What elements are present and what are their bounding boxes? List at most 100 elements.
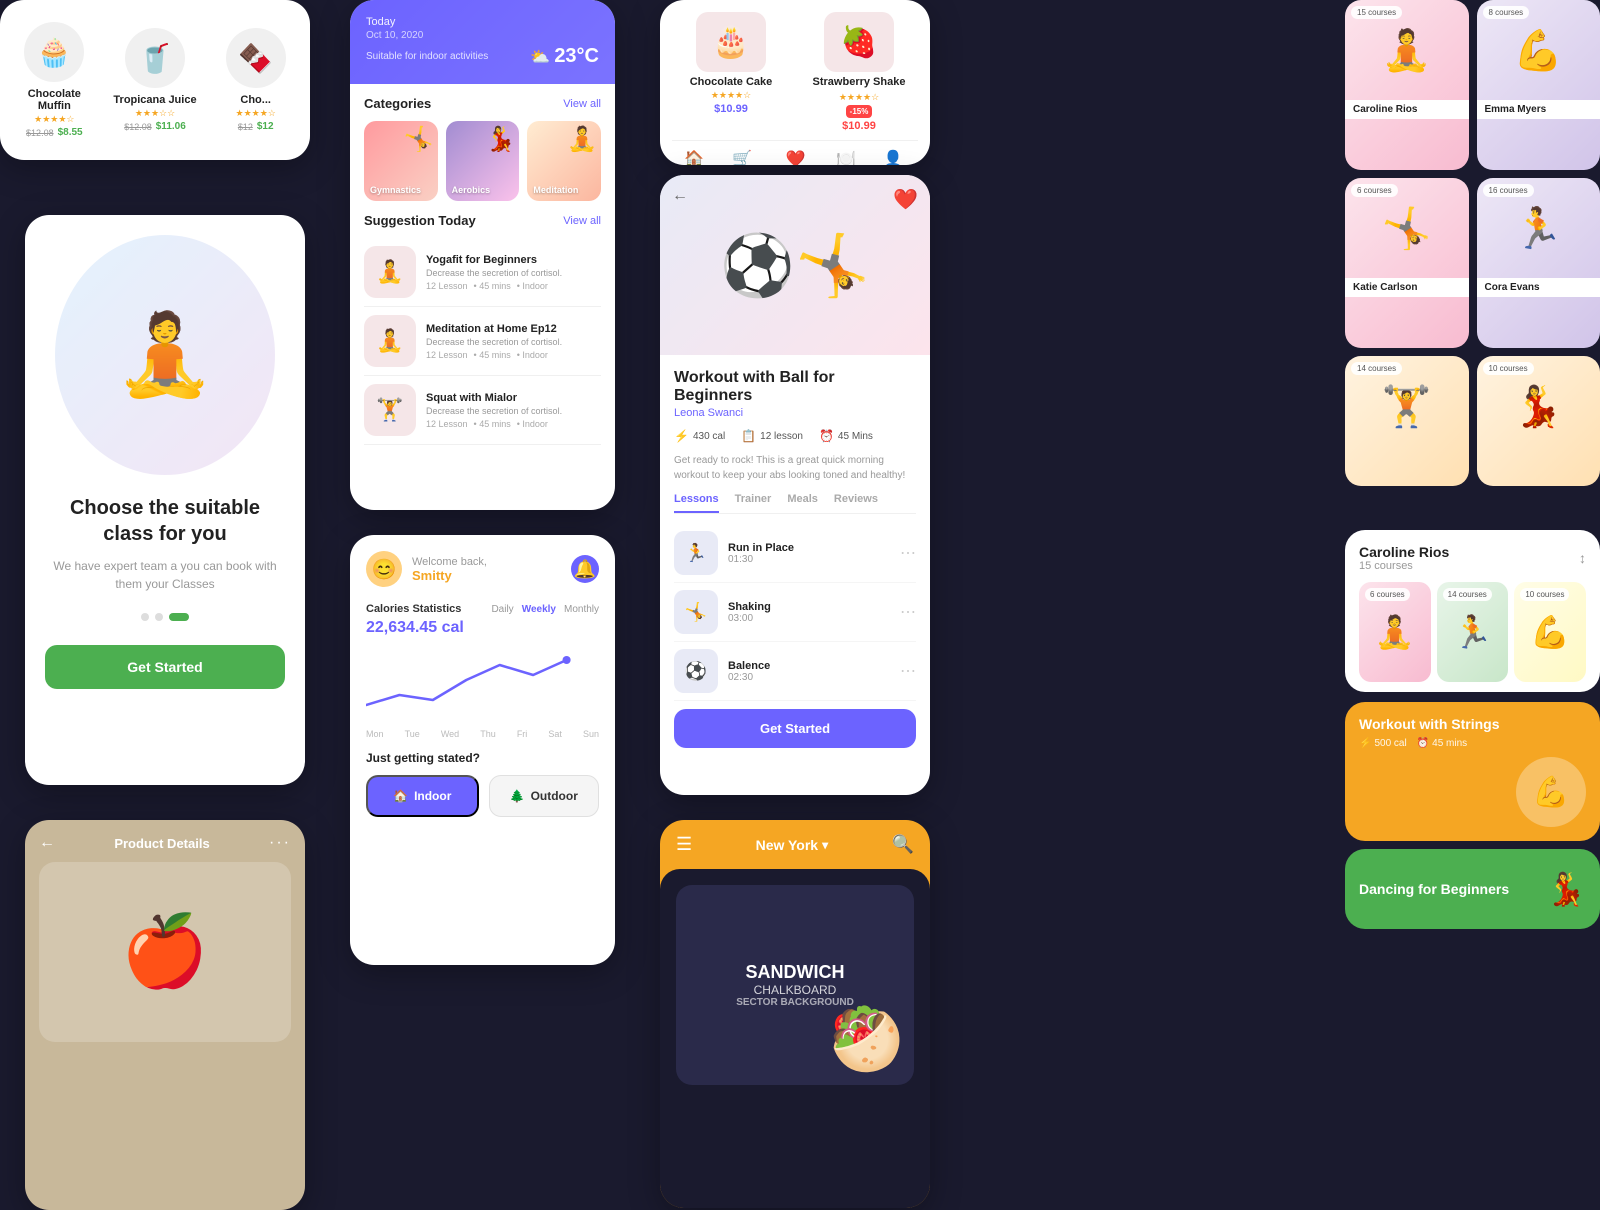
suggestion-2-desc: Decrease the secretion of cortisol.	[426, 337, 601, 347]
categories-view-all[interactable]: View all	[563, 98, 601, 110]
suggestion-2-info: Meditation at Home Ep12 Decrease the sec…	[426, 323, 601, 360]
indoor-icon: 🏠	[393, 789, 408, 803]
onboard-illustration: 🧘	[55, 235, 275, 475]
workout-strings-card[interactable]: Workout with Strings ⚡ 500 cal ⏰ 45 mins…	[1345, 702, 1600, 841]
emma-courses-badge: 8 courses	[1483, 6, 1530, 19]
tab-reviews[interactable]: Reviews	[834, 493, 878, 513]
suggestion-item-2[interactable]: 🧘 Meditation at Home Ep12 Decrease the s…	[364, 307, 601, 376]
food-cho-stars: ★★★★☆	[236, 108, 276, 119]
activity-buttons: 🏠 Indoor 🌲 Outdoor	[366, 775, 599, 817]
profiles-icon: 👤	[883, 149, 903, 165]
tab-trainer[interactable]: Trainer	[735, 493, 772, 513]
suggestions-view-all[interactable]: View all	[563, 215, 601, 227]
chart-days: Mon Tue Wed Thu Fri Sat Sun	[366, 729, 599, 739]
tab-weekly[interactable]: Weekly	[522, 604, 556, 615]
indoor-button[interactable]: 🏠 Indoor	[366, 775, 479, 817]
category-aerobics[interactable]: 💃 Aerobics	[446, 121, 520, 201]
food-item-cho[interactable]: 🍫 Cho... ★★★★☆ $12 $12	[209, 20, 302, 140]
lessons-stat: 📋 12 lesson	[741, 429, 803, 443]
calories-value: 22,634.45 cal	[366, 619, 599, 637]
user-avatar: 😊	[366, 551, 402, 587]
product-back-icon[interactable]: ←	[39, 834, 55, 852]
product-options-icon[interactable]: ···	[269, 834, 291, 852]
lightning-icon: ⚡	[674, 429, 689, 443]
nav-cart[interactable]: 🛒 My Cart	[728, 149, 756, 165]
food-juice-name: Tropicana Juice	[113, 94, 196, 106]
category-gymnastics[interactable]: 🤸 Gymnastics	[364, 121, 438, 201]
meal-shake-image: 🍓	[824, 12, 894, 72]
photo-3-courses: 10 courses	[1520, 588, 1569, 601]
trainer-card-katie[interactable]: 6 courses 🤸 Katie Carlson	[1345, 178, 1469, 348]
food-juice-new-price: $11.06	[156, 121, 186, 132]
sandwich-promo-banner[interactable]: Sandwich Chalkboard Sector Background 🥙	[676, 885, 914, 1085]
calories-chart	[366, 645, 599, 725]
city-selector[interactable]: New York ▾	[756, 837, 829, 853]
dancing-card[interactable]: Dancing for Beginners 💃	[1345, 849, 1600, 929]
photo-2[interactable]: 14 courses 🏃	[1437, 582, 1509, 682]
food-muffin-image: 🧁	[24, 22, 84, 82]
hamburger-menu-icon[interactable]: ☰	[676, 834, 692, 855]
category-meditation[interactable]: 🧘 Meditation	[527, 121, 601, 201]
lesson-3-name: Balence	[728, 660, 890, 672]
city-dropdown-icon: ▾	[822, 838, 828, 852]
fitness-date: Oct 10, 2020	[366, 30, 599, 41]
trainer-card-caroline[interactable]: 15 courses 🧘 Caroline Rios	[1345, 0, 1469, 170]
meal-item-cake[interactable]: 🎂 Chocolate Cake ★★★★☆ $10.99	[672, 12, 790, 132]
meal-item-shake[interactable]: 🍓 Strawberry Shake ★★★★☆ -15% $10.99	[800, 12, 918, 132]
photo-1-courses: 6 courses	[1365, 588, 1410, 601]
nav-home[interactable]: 🏠 Home	[684, 149, 705, 165]
outdoor-button[interactable]: 🌲 Outdoor	[489, 775, 600, 817]
photo-3[interactable]: 10 courses 💪	[1514, 582, 1586, 682]
lesson-item-2[interactable]: 🤸 Shaking 03:00 ⋯	[674, 583, 916, 642]
sandwich-subtitle: Chalkboard	[736, 983, 854, 997]
heart-favorite-icon[interactable]: ❤️	[893, 187, 918, 212]
trainer-card-6[interactable]: 10 courses 💃	[1477, 356, 1600, 486]
tab-monthly[interactable]: Monthly	[564, 604, 599, 615]
cora-name: Cora Evans	[1477, 278, 1600, 297]
food-item-muffin[interactable]: 🧁 Chocolate Muffin ★★★★☆ $12.08 $8.55	[8, 14, 101, 146]
nav-profiles[interactable]: 👤 Profiles	[880, 149, 907, 165]
meal-card: 🎂 Chocolate Cake ★★★★☆ $10.99 🍓 Strawber…	[660, 0, 930, 165]
food-item-juice[interactable]: 🥤 Tropicana Juice ★★★☆☆ $12.08 $11.06	[109, 20, 202, 140]
photo-1[interactable]: 6 courses 🧘	[1359, 582, 1431, 682]
food-cho-name: Cho...	[240, 94, 271, 106]
stats-label: Calories Statistics	[366, 603, 461, 615]
nav-meals[interactable]: 🍽️ Meals	[835, 149, 856, 165]
tab-daily[interactable]: Daily	[491, 604, 513, 615]
meals-icon: 🍽️	[836, 149, 856, 165]
nav-favorites[interactable]: ❤️ Favorites	[779, 149, 812, 165]
sort-icon[interactable]: ↕	[1579, 550, 1586, 566]
trainer-card-5[interactable]: 14 courses 🏋️	[1345, 356, 1469, 486]
get-started-button[interactable]: Get Started	[45, 645, 285, 689]
lesson-1-image: 🏃	[674, 531, 718, 575]
lesson-item-3[interactable]: ⚽ Balence 02:30 ⋯	[674, 642, 916, 701]
food-juice-stars: ★★★☆☆	[135, 108, 175, 119]
delivery-header: ☰ New York ▾ 🔍	[660, 820, 930, 869]
suggestion-2-image: 🧘	[364, 315, 416, 367]
search-icon[interactable]: 🔍	[892, 834, 914, 855]
fitness-categories-card: Today Oct 10, 2020 Suitable for indoor a…	[350, 0, 615, 510]
aerobics-icon: 💃	[485, 125, 515, 154]
suggestion-item-1[interactable]: 🧘 Yogafit for Beginners Decrease the sec…	[364, 238, 601, 307]
workout-get-started-button[interactable]: Get Started	[674, 709, 916, 748]
lesson-item-1[interactable]: 🏃 Run in Place 01:30 ⋯	[674, 524, 916, 583]
suggestion-item-3[interactable]: 🏋️ Squat with Mialor Decrease the secret…	[364, 376, 601, 445]
clock-icon: ⏰	[819, 429, 834, 443]
back-arrow-icon[interactable]: ←	[672, 187, 688, 205]
dancing-content: Dancing for Beginners 💃	[1345, 849, 1600, 929]
tab-lessons[interactable]: Lessons	[674, 493, 719, 513]
trainer-card-cora[interactable]: 16 courses 🏃 Cora Evans	[1477, 178, 1600, 348]
food-delivery-card: ☰ New York ▾ 🔍 Sandwich Chalkboard Secto…	[660, 820, 930, 1208]
tab-meals[interactable]: Meals	[787, 493, 818, 513]
suggestion-2-title: Meditation at Home Ep12	[426, 323, 601, 335]
favorites-icon: ❤️	[786, 149, 806, 165]
strings-duration-value: 45 mins	[1432, 738, 1467, 749]
caroline-profile-name: Caroline Rios	[1359, 544, 1449, 560]
lightning-icon-2: ⚡	[1359, 738, 1371, 749]
day-fri: Fri	[517, 729, 528, 739]
trainer-card-emma[interactable]: 8 courses 💪 Emma Myers	[1477, 0, 1600, 170]
emma-name: Emma Myers	[1477, 100, 1600, 119]
day-sat: Sat	[548, 729, 562, 739]
notification-icon[interactable]: 🔔	[571, 555, 599, 583]
activity-question: Just getting stated?	[366, 751, 599, 765]
